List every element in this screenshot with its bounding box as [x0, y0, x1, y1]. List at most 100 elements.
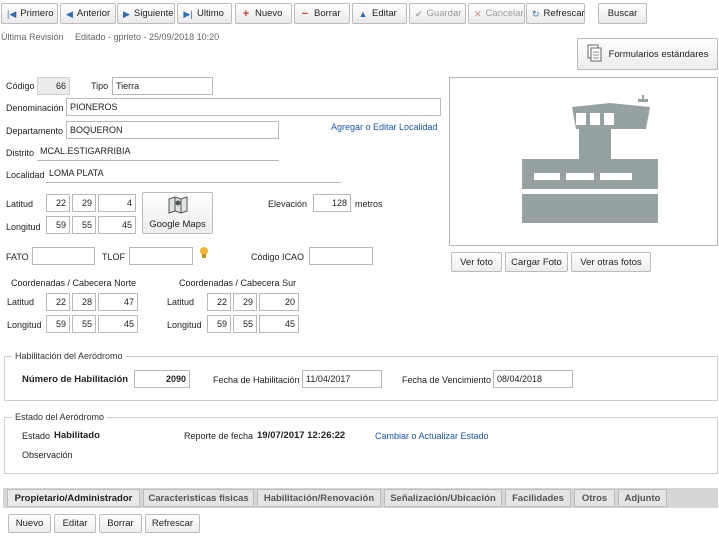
latitud-label: Latitud [6, 199, 34, 209]
airport-tower-icon [522, 95, 658, 223]
longitud-minutes-field[interactable]: 55 [72, 216, 96, 234]
add-edit-locality-link[interactable]: Agregar o Editar Localidad [331, 122, 438, 132]
standard-forms-button[interactable]: Formularios estándares [577, 38, 718, 70]
norte-latitud-degrees-field[interactable]: 22 [46, 293, 70, 311]
latitud-degrees-field[interactable]: 22 [46, 194, 70, 212]
tab-otros[interactable]: Otros [574, 489, 615, 507]
search-button[interactable]: Buscar [598, 3, 647, 24]
reporte-fecha-value: 19/07/2017 12:26:22 [257, 430, 346, 441]
icao-field[interactable] [309, 247, 373, 265]
sur-latitud-degrees-field[interactable]: 22 [207, 293, 231, 311]
tab-propietario[interactable]: Propietario/Administrador [7, 489, 140, 507]
refresh-button[interactable]: ↻ Refrescar [526, 3, 585, 24]
next-record-button[interactable]: ▶ Siguiente [117, 3, 175, 24]
reporte-fecha-label: Reporte de fecha [184, 431, 254, 441]
tab-caracteristicas[interactable]: Caracteristicas fisicas [143, 489, 254, 507]
longitud-label: Longitud [6, 222, 41, 232]
new-button[interactable]: + Nuevo [235, 3, 292, 24]
observacion-label: Observación [22, 450, 73, 460]
first-icon: |◀ [7, 8, 17, 19]
estado-value: Habilitado [54, 430, 100, 441]
view-other-photos-button[interactable]: Ver otras fotos [571, 252, 651, 272]
sur-longitud-degrees-field[interactable]: 59 [207, 315, 231, 333]
tab-adjunto[interactable]: Adjunto [618, 489, 667, 507]
upload-photo-button[interactable]: Cargar Foto [505, 252, 568, 272]
denominacion-field[interactable]: PIONEROS [66, 98, 441, 116]
tipo-label: Tipo [91, 81, 109, 91]
distrito-label: Distrito [6, 148, 35, 158]
refresh-icon: ↻ [532, 8, 540, 19]
tab-senalizacion[interactable]: Señalización/Ubicación [384, 489, 502, 507]
previous-icon: ◀ [66, 8, 73, 19]
norte-latitud-minutes-field[interactable]: 28 [72, 293, 96, 311]
longitud-degrees-field[interactable]: 59 [46, 216, 70, 234]
edit-icon: ▲ [358, 8, 368, 19]
habilitacion-legend: Habilitación del Aeródromo [12, 351, 126, 361]
tlof-field[interactable] [129, 247, 193, 265]
tab-edit-button[interactable]: Editar [54, 514, 96, 533]
sur-longitud-minutes-field[interactable]: 55 [233, 315, 257, 333]
tab-habilitacion[interactable]: Habilitación/Renovación [257, 489, 381, 507]
tab-refresh-button[interactable]: Refrescar [145, 514, 200, 533]
previous-record-button[interactable]: ◀ Anterior [60, 3, 116, 24]
elevacion-label: Elevación [268, 199, 308, 209]
fecha-habilitacion-field[interactable]: 11/04/2017 [302, 370, 382, 388]
next-icon: ▶ [123, 8, 130, 19]
view-photo-button[interactable]: Ver foto [451, 252, 502, 272]
google-maps-button[interactable]: Google Maps [142, 192, 213, 234]
sur-latitud-label: Latitud [167, 297, 195, 307]
first-record-button[interactable]: |◀ Primero [1, 3, 58, 24]
delete-button[interactable]: − Borrar [294, 3, 350, 24]
norte-longitud-label: Longitud [7, 320, 42, 330]
estado-section [4, 417, 718, 474]
close-icon: ✕ [474, 8, 482, 19]
last-record-button[interactable]: ▶| Ultimo [177, 3, 232, 24]
codigo-field[interactable]: 66 [37, 77, 70, 95]
fato-label: FATO [6, 252, 29, 262]
sur-longitud-seconds-field[interactable]: 45 [259, 315, 299, 333]
tlof-label: TLOF [102, 252, 126, 262]
norte-longitud-degrees-field[interactable]: 59 [46, 315, 70, 333]
coords-norte-title: Coordenadas / Cabecera Norte [11, 278, 137, 288]
fecha-vencimiento-field[interactable]: 08/04/2018 [493, 370, 573, 388]
denominacion-label: Denominación [6, 103, 64, 113]
minus-icon: − [301, 7, 309, 20]
estado-legend: Estado del Aeródromo [12, 412, 108, 422]
change-status-link[interactable]: Cambiar o Actualizar Estado [375, 431, 489, 441]
norte-longitud-minutes-field[interactable]: 55 [72, 315, 96, 333]
tipo-field[interactable]: Tierra [112, 77, 213, 95]
longitud-seconds-field[interactable]: 45 [98, 216, 136, 234]
localidad-field[interactable]: LOMA PLATA [46, 165, 341, 183]
cancel-button[interactable]: ✕ Cancelar [468, 3, 525, 24]
localidad-label: Localidad [6, 170, 45, 180]
lightbulb-icon[interactable] [199, 246, 209, 262]
departamento-field[interactable]: BOQUERON [66, 121, 279, 139]
revision-value: Editado - gprieto - 25/09/2018 10:20 [75, 32, 220, 42]
elevacion-field[interactable]: 128 [313, 194, 351, 212]
norte-longitud-seconds-field[interactable]: 45 [98, 315, 138, 333]
save-button[interactable]: ✔ Guardar [409, 3, 466, 24]
airport-photo-panel [449, 77, 718, 246]
latitud-minutes-field[interactable]: 29 [72, 194, 96, 212]
latitud-seconds-field[interactable]: 4 [98, 194, 136, 212]
map-icon [168, 196, 188, 217]
last-icon: ▶| [183, 8, 193, 19]
sur-latitud-minutes-field[interactable]: 29 [233, 293, 257, 311]
numero-habilitacion-field[interactable]: 2090 [134, 370, 190, 388]
estado-label: Estado [22, 431, 51, 441]
tab-facilidades[interactable]: Facilidades [505, 489, 571, 507]
sur-latitud-seconds-field[interactable]: 20 [259, 293, 299, 311]
check-icon: ✔ [415, 8, 423, 19]
departamento-label: Departamento [6, 126, 64, 136]
fecha-habilitacion-label: Fecha de Habilitación [213, 375, 300, 385]
tab-delete-button[interactable]: Borrar [99, 514, 142, 533]
coords-sur-title: Coordenadas / Cabecera Sur [179, 278, 297, 288]
forms-icon [587, 44, 603, 65]
fato-field[interactable] [32, 247, 95, 265]
distrito-field[interactable]: MCAL.ESTIGARRIBIA [37, 143, 279, 161]
plus-icon: + [242, 7, 250, 20]
edit-button[interactable]: ▲ Editar [352, 3, 407, 24]
tab-new-button[interactable]: Nuevo [8, 514, 51, 533]
norte-latitud-seconds-field[interactable]: 47 [98, 293, 138, 311]
elevacion-unit: metros [355, 199, 383, 209]
